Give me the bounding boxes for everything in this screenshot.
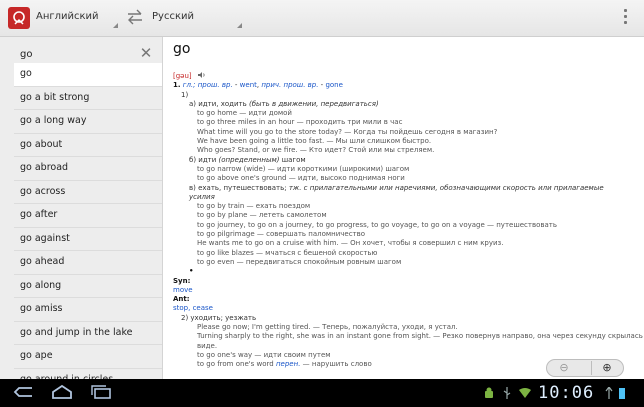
word-list-item[interactable]: go a long way: [14, 110, 162, 134]
word-list-item[interactable]: go along: [14, 275, 162, 298]
word-list-item[interactable]: go ahead: [14, 251, 162, 275]
example-line: to go above one's ground — идти, высоко …: [197, 174, 405, 183]
screen: Английский Русский ✕ gogo a bit stronggo…: [0, 0, 644, 407]
example-line: виде.: [197, 341, 218, 350]
example-line: to go home — идти домой: [197, 109, 292, 118]
source-language-spinner[interactable]: Английский: [36, 8, 118, 30]
source-language-label: Английский: [36, 11, 99, 22]
example-line: Please go now; I'm getting tired. — Тепе…: [197, 323, 458, 332]
antonyms-label: Ant:: [173, 295, 190, 304]
example-line: to go journey, to go on a journey, to go…: [197, 220, 557, 229]
participle-form-link[interactable]: gone: [325, 81, 342, 89]
dropdown-corner-icon: [113, 23, 118, 28]
action-bar: Английский Русский: [0, 0, 644, 37]
zoom-in-icon[interactable]: ⊕: [591, 361, 622, 375]
example-line: to go three miles in an hour — проходить…: [197, 118, 403, 127]
word-list-item[interactable]: go amiss: [14, 298, 162, 322]
example-line: Turning sharply to the right, she was in…: [197, 332, 644, 341]
close-icon[interactable]: ✕: [138, 44, 154, 62]
android-debug-icon: [485, 387, 493, 398]
word-list-item[interactable]: go and jump in the lake: [14, 322, 162, 345]
word-list-item[interactable]: go ape: [14, 345, 162, 369]
word-list-item[interactable]: go against: [14, 228, 162, 251]
wifi-icon: [519, 388, 531, 398]
article-view: go [gəu] 1. гл.; прош. вр. - went, прич.…: [163, 37, 644, 379]
past-form-link[interactable]: went: [240, 81, 257, 89]
meaning-a: а) идти, ходить (быть в движении, передв…: [189, 99, 379, 108]
subsense-1: 1): [181, 90, 189, 99]
dictionary-logo-icon[interactable]: [8, 7, 30, 29]
example-line: to go even — передвигаться спокойным ров…: [197, 257, 402, 266]
synonyms-label: Syn:: [173, 276, 191, 285]
example-line: to go by train — ехать поездом: [197, 202, 311, 211]
example-line: Who goes? Stand, or we fire. — Кто идет?…: [197, 146, 435, 155]
speaker-icon[interactable]: [197, 71, 206, 79]
meaning-v-note: усилия: [189, 192, 215, 201]
example-line: We have been going a little too fast. — …: [197, 137, 432, 146]
example-line: What time will you go to the store today…: [197, 127, 498, 136]
synonym-link[interactable]: move: [173, 286, 633, 295]
word-list-item[interactable]: go about: [14, 134, 162, 157]
back-icon[interactable]: [12, 384, 36, 400]
meaning-v: в) ехать, путешествовать; тж. с прилагат…: [189, 183, 604, 192]
zoom-out-icon[interactable]: ⊖: [549, 361, 579, 375]
home-icon[interactable]: [50, 384, 74, 400]
article-content: [gəu] 1. гл.; прош. вр. - went, прич. пр…: [173, 71, 644, 370]
word-list-item[interactable]: go after: [14, 204, 162, 228]
word-list-item[interactable]: go around in circles: [14, 369, 162, 380]
example-line: to go pilgrimage — совершать паломничест…: [197, 230, 366, 239]
battery-icon: [619, 388, 625, 399]
word-list-pane: ✕ gogo a bit stronggo a long waygo about…: [0, 37, 163, 379]
subsense-2: 2) уходить; уезжать: [181, 313, 257, 322]
word-list-item[interactable]: go abroad: [14, 157, 162, 181]
recent-apps-icon[interactable]: [90, 384, 114, 400]
clock: 10:06: [538, 383, 595, 403]
antonym-link[interactable]: stop, cease: [173, 304, 633, 313]
headword: go: [173, 41, 191, 57]
example-line: to go by plane — лететь самолетом: [197, 211, 327, 220]
example-line: He wants me to go on a cruise with him. …: [197, 239, 504, 248]
system-bar: 10:06: [0, 379, 644, 407]
sense-1-header: 1. гл.; прош. вр. - went, прич. прош. вр…: [173, 81, 343, 90]
search-input[interactable]: [20, 46, 130, 62]
dropdown-corner-icon: [237, 23, 242, 28]
word-list: go go a bit strong go a long way go about go…: [14, 63, 162, 379]
target-language-label: Русский: [152, 11, 194, 22]
word-list-item[interactable]: go a bit strong: [14, 87, 162, 110]
transcription: [gəu]: [173, 72, 192, 80]
zoom-control: ⊖ ⊕: [546, 359, 624, 377]
example-line: to go narrow (wide) — идти короткими (ши…: [197, 164, 410, 173]
meaning-b: б) идти (определенным) шагом: [189, 155, 306, 164]
swap-arrows-icon[interactable]: [126, 9, 144, 25]
bullet: •: [189, 267, 194, 276]
word-list-item[interactable]: go across: [14, 181, 162, 204]
usb-icon: [503, 387, 511, 399]
overflow-menu-icon[interactable]: [624, 9, 628, 25]
target-language-spinner[interactable]: Русский: [152, 8, 242, 30]
example-line: to go like blazes — мчаться с бешеной ск…: [197, 248, 378, 257]
word-list-item[interactable]: go: [14, 63, 162, 87]
signal-icon: [605, 387, 613, 399]
